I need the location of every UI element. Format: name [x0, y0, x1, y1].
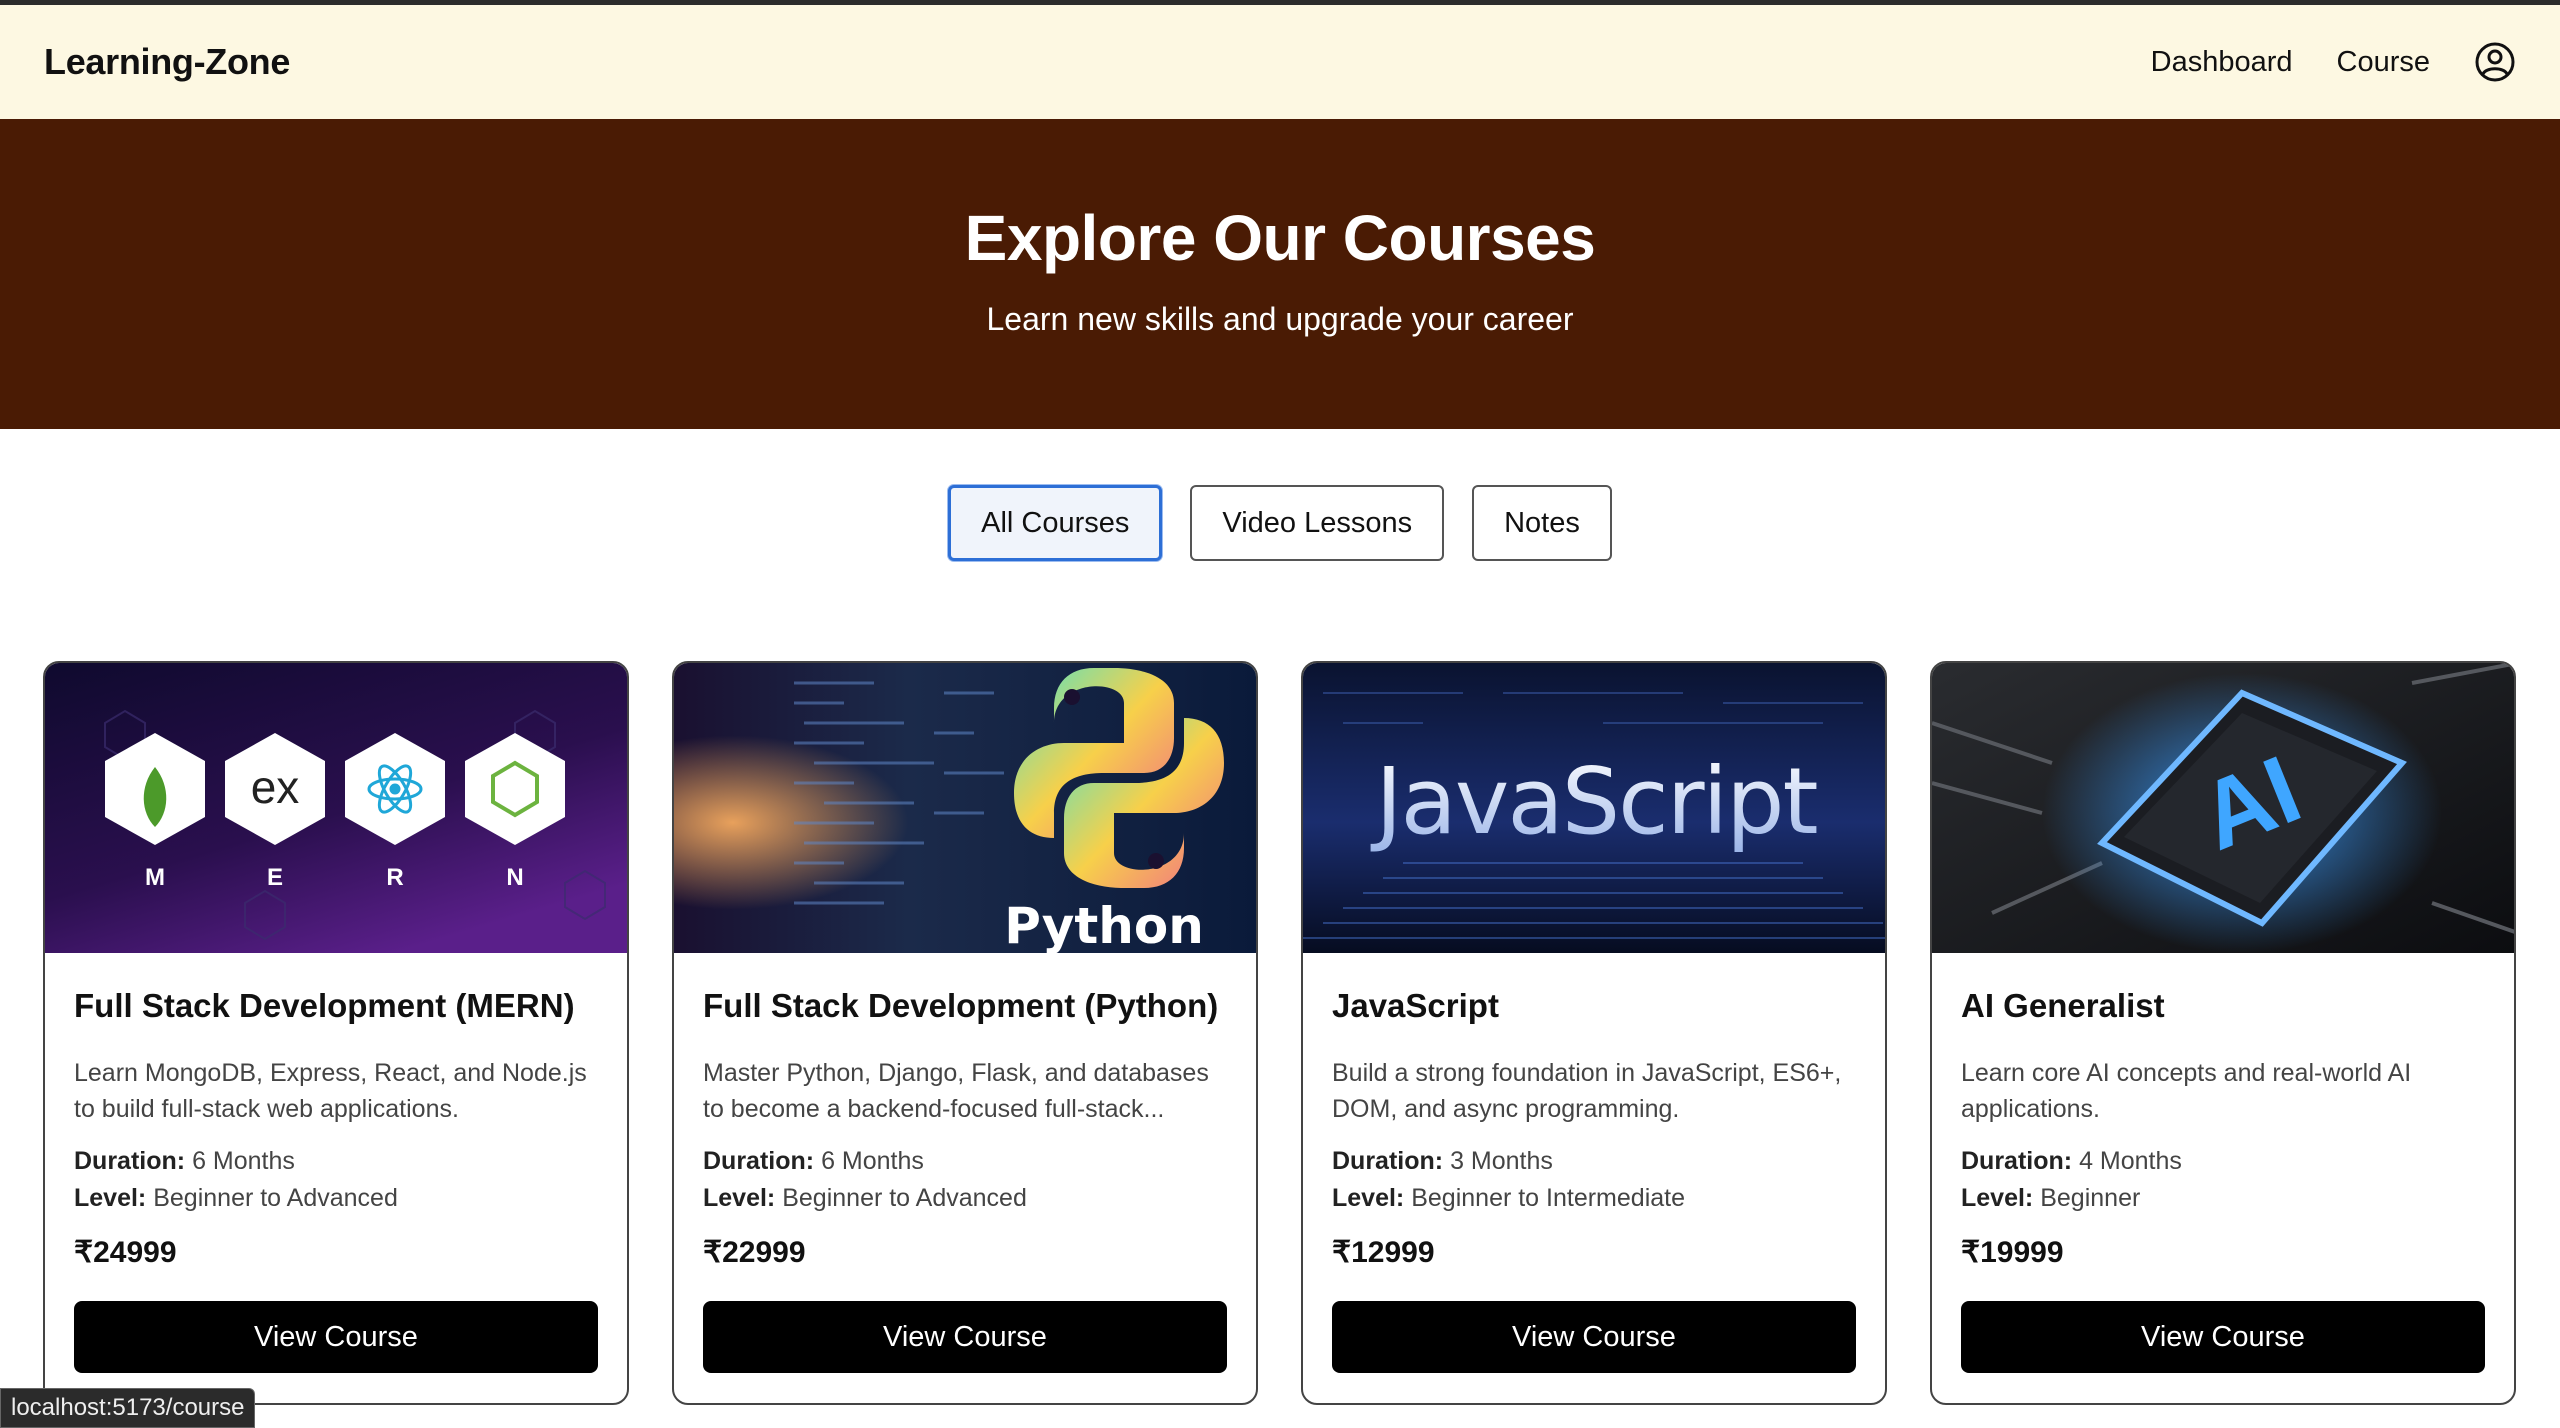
duration-label: Duration: [1961, 1147, 2073, 1175]
course-description: Master Python, Django, Flask, and databa… [703, 1059, 1209, 1123]
python-course-image: Python [674, 663, 1256, 953]
course-title: AI Generalist [1961, 987, 2165, 1024]
duration-value: 6 Months [192, 1147, 295, 1175]
view-course-button[interactable]: View Course [703, 1301, 1227, 1373]
view-course-button[interactable]: View Course [74, 1301, 598, 1373]
ai-course-image: AI [1932, 663, 2514, 953]
card-body: Full Stack Development (MERN) Learn Mong… [45, 953, 627, 1270]
course-title: JavaScript [1332, 987, 1499, 1024]
course-price: ₹19999 [1961, 1236, 2064, 1269]
course-price: ₹24999 [74, 1236, 177, 1269]
course-price: ₹22999 [703, 1236, 806, 1269]
card-body: JavaScript Build a strong foundation in … [1303, 953, 1885, 1270]
course-description: Build a strong foundation in JavaScript,… [1332, 1059, 1842, 1123]
python-word-text: Python [1004, 897, 1204, 953]
javascript-course-image: JavaScript [1303, 663, 1885, 953]
nav-link-dashboard[interactable]: Dashboard [2151, 46, 2293, 79]
card-body: AI Generalist Learn core AI concepts and… [1932, 953, 2514, 1270]
filter-notes[interactable]: Notes [1472, 485, 1612, 561]
course-duration: Duration: 6 Months [703, 1147, 1227, 1176]
level-value: Beginner to Intermediate [1411, 1184, 1685, 1212]
course-card-ai-generalist: AI AI Generalist Learn core AI concepts … [1930, 661, 2516, 1405]
course-grid: ex M E R N Full Stack Development (MERN)… [43, 661, 2516, 1405]
duration-value: 4 Months [2079, 1147, 2182, 1175]
course-duration: Duration: 6 Months [74, 1147, 598, 1176]
view-course-button[interactable]: View Course [1961, 1301, 2485, 1373]
hero-subtitle: Learn new skills and upgrade your career [986, 300, 1574, 337]
link-preview-status-bar: localhost:5173/course [0, 1388, 256, 1428]
hero-banner: Explore Our Courses Learn new skills and… [0, 119, 2560, 429]
level-label: Level: [1961, 1184, 2034, 1212]
duration-value: 6 Months [821, 1147, 924, 1175]
mern-letter-n: N [506, 864, 523, 891]
course-level: Level: Beginner [1961, 1184, 2485, 1213]
course-level: Level: Beginner to Advanced [703, 1184, 1227, 1213]
duration-label: Duration: [74, 1147, 186, 1175]
level-label: Level: [74, 1184, 147, 1212]
course-description: Learn MongoDB, Express, React, and Node.… [74, 1059, 587, 1123]
duration-label: Duration: [703, 1147, 815, 1175]
mern-course-image: ex M E R N [45, 663, 627, 953]
javascript-word-text: JavaScript [1370, 748, 1816, 855]
filter-all-courses[interactable]: All Courses [948, 485, 1163, 561]
view-course-button[interactable]: View Course [1332, 1301, 1856, 1373]
mern-letter-r: R [386, 864, 403, 891]
course-card-javascript: JavaScript JavaScript Build a strong fou… [1301, 661, 1887, 1405]
course-filter-tabs: All Courses Video Lessons Notes [0, 485, 2560, 561]
course-title: Full Stack Development (MERN) [74, 987, 575, 1024]
card-body: Full Stack Development (Python) Master P… [674, 953, 1256, 1270]
level-value: Beginner [2040, 1184, 2141, 1212]
course-card-mern: ex M E R N Full Stack Development (MERN)… [43, 661, 629, 1405]
course-duration: Duration: 4 Months [1961, 1147, 2485, 1176]
filter-video-lessons[interactable]: Video Lessons [1190, 485, 1445, 561]
user-profile-icon[interactable] [2474, 41, 2516, 83]
mern-letter-e: E [267, 864, 283, 891]
course-duration: Duration: 3 Months [1332, 1147, 1856, 1176]
course-title: Full Stack Development (Python) [703, 987, 1219, 1024]
mern-letter-m: M [145, 864, 165, 891]
course-level: Level: Beginner to Intermediate [1332, 1184, 1856, 1213]
duration-value: 3 Months [1450, 1147, 1553, 1175]
brand-logo[interactable]: Learning-Zone [44, 41, 290, 83]
level-value: Beginner to Advanced [153, 1184, 398, 1212]
navbar: Learning-Zone Dashboard Course [0, 5, 2560, 119]
nav-links: Dashboard Course [2107, 41, 2516, 83]
course-price: ₹12999 [1332, 1236, 1435, 1269]
level-label: Level: [1332, 1184, 1405, 1212]
course-level: Level: Beginner to Advanced [74, 1184, 598, 1213]
duration-label: Duration: [1332, 1147, 1444, 1175]
level-label: Level: [703, 1184, 776, 1212]
hero-title: Explore Our Courses [964, 201, 1596, 274]
nav-link-course[interactable]: Course [2337, 46, 2431, 79]
course-description: Learn core AI concepts and real-world AI… [1961, 1059, 2412, 1123]
express-ex-text: ex [251, 761, 300, 813]
level-value: Beginner to Advanced [782, 1184, 1027, 1212]
course-card-python: Python Full Stack Development (Python) M… [672, 661, 1258, 1405]
